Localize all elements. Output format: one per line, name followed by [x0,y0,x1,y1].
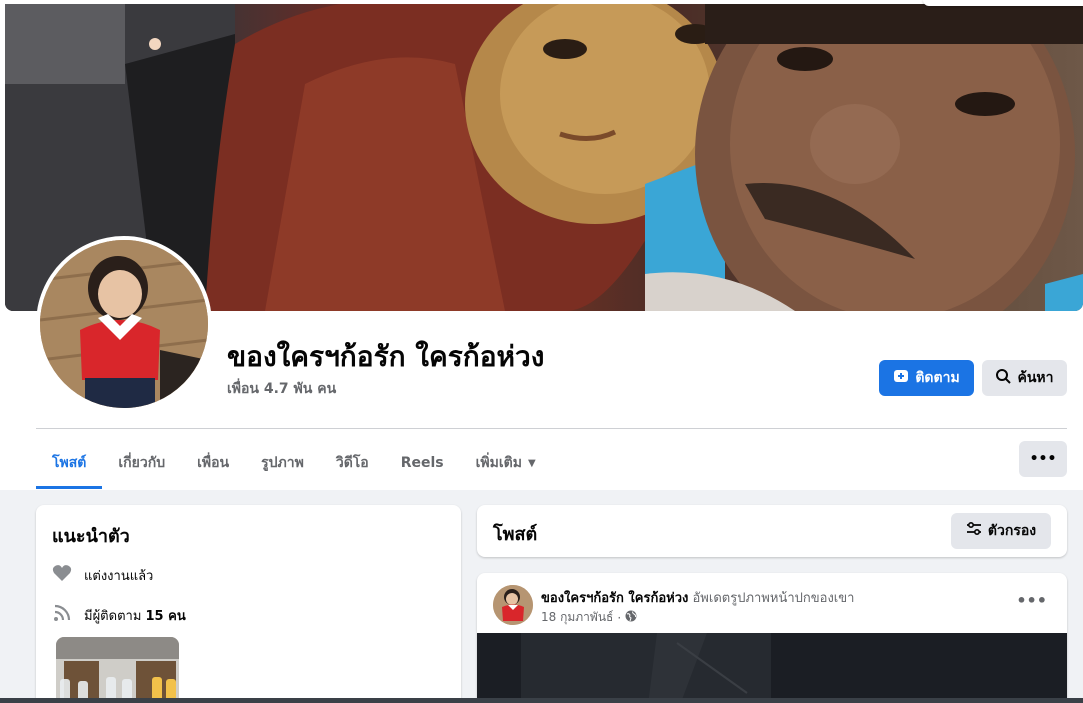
intro-card: แนะนำตัว แต่งงานแล้ว มีผู้ติดตาม 15 คน [36,505,461,703]
follow-icon [893,368,909,388]
tab-photos[interactable]: รูปภาพ [245,437,320,489]
tab-label: โพสต์ [52,455,87,471]
posts-title: โพสต์ [493,524,538,545]
tab-label: เพื่อน [197,455,230,471]
filter-label: ตัวกรอง [987,523,1037,539]
globe-icon [625,610,637,625]
intro-relationship: แต่งงานแล้ว [52,563,153,587]
post-date[interactable]: 18 กุมภาพันธ์ [541,608,613,627]
post-options-button[interactable]: ••• [1016,591,1047,610]
follow-button[interactable]: ติดตาม [879,360,974,396]
tab-about[interactable]: เกี่ยวกับ [102,437,181,489]
post-meta: 18 กุมภาพันธ์ · [541,608,637,627]
tab-posts[interactable]: โพสต์ [36,437,103,489]
profile-name: ของใครฯก้อรัก ใครก้อห่วง [227,340,545,373]
post-author-avatar[interactable] [493,585,533,625]
post-header-text: ของใครฯก้อรัก ใครก้อห่วง อัพเดตรูปภาพหน้… [541,587,854,608]
post-image[interactable] [477,633,1067,703]
tab-friends[interactable]: เพื่อน [181,437,245,489]
friends-count[interactable]: เพื่อน 4.7 พัน คน [227,378,336,400]
post-meta-separator: · [617,610,622,625]
profile-tabs: โพสต์ เกี่ยวกับ เพื่อน รูปภาพ วิดีโอ Ree… [36,437,552,489]
tab-label: วิดีโอ [335,455,369,471]
filter-button[interactable]: ตัวกรอง [951,513,1051,549]
tab-label: รูปภาพ [261,455,304,471]
tab-label: เพิ่มเติม [475,455,522,471]
post-card: ของใครฯก้อรัก ใครก้อห่วง อัพเดตรูปภาพหน้… [477,573,1067,703]
tab-videos[interactable]: วิดีโอ [320,437,385,489]
followers-prefix: มีผู้ติดตาม [84,608,146,624]
intro-title: แนะนำตัว [52,526,130,547]
search-label: ค้นหา [1017,370,1054,386]
follow-label: ติดตาม [915,370,960,386]
featured-photo[interactable] [56,637,179,703]
filter-icon [966,521,982,541]
profile-avatar-image [40,240,208,408]
search-button[interactable]: ค้นหา [982,360,1067,396]
post-action-text: อัพเดตรูปภาพหน้าปกของเขา [692,591,855,606]
tab-more[interactable]: เพิ่มเติม ▼ [460,437,552,489]
relationship-text: แต่งงานแล้ว [84,568,154,584]
more-options-button[interactable]: ••• [1019,441,1067,477]
tab-label: Reels [400,455,444,471]
top-edge-card [923,0,1083,6]
profile-avatar[interactable] [36,236,212,412]
heart-icon [52,563,72,587]
tab-reels[interactable]: Reels [385,437,460,489]
rss-icon [52,603,72,627]
taskbar-strip [0,698,1083,703]
caret-down-icon: ▼ [527,457,536,469]
intro-followers: มีผู้ติดตาม 15 คน [52,603,186,627]
posts-header-card: โพสต์ ตัวกรอง [477,505,1067,557]
more-options-label: ••• [1029,451,1057,467]
followers-count[interactable]: 15 คน [146,609,186,624]
post-author-name[interactable]: ของใครฯก้อรัก ใครก้อห่วง [541,591,688,606]
profile-header: ของใครฯก้อรัก ใครก้อห่วง เพื่อน 4.7 พัน … [0,0,1083,490]
tab-label: เกี่ยวกับ [118,455,166,471]
search-icon [995,368,1012,388]
header-divider [36,428,1067,429]
